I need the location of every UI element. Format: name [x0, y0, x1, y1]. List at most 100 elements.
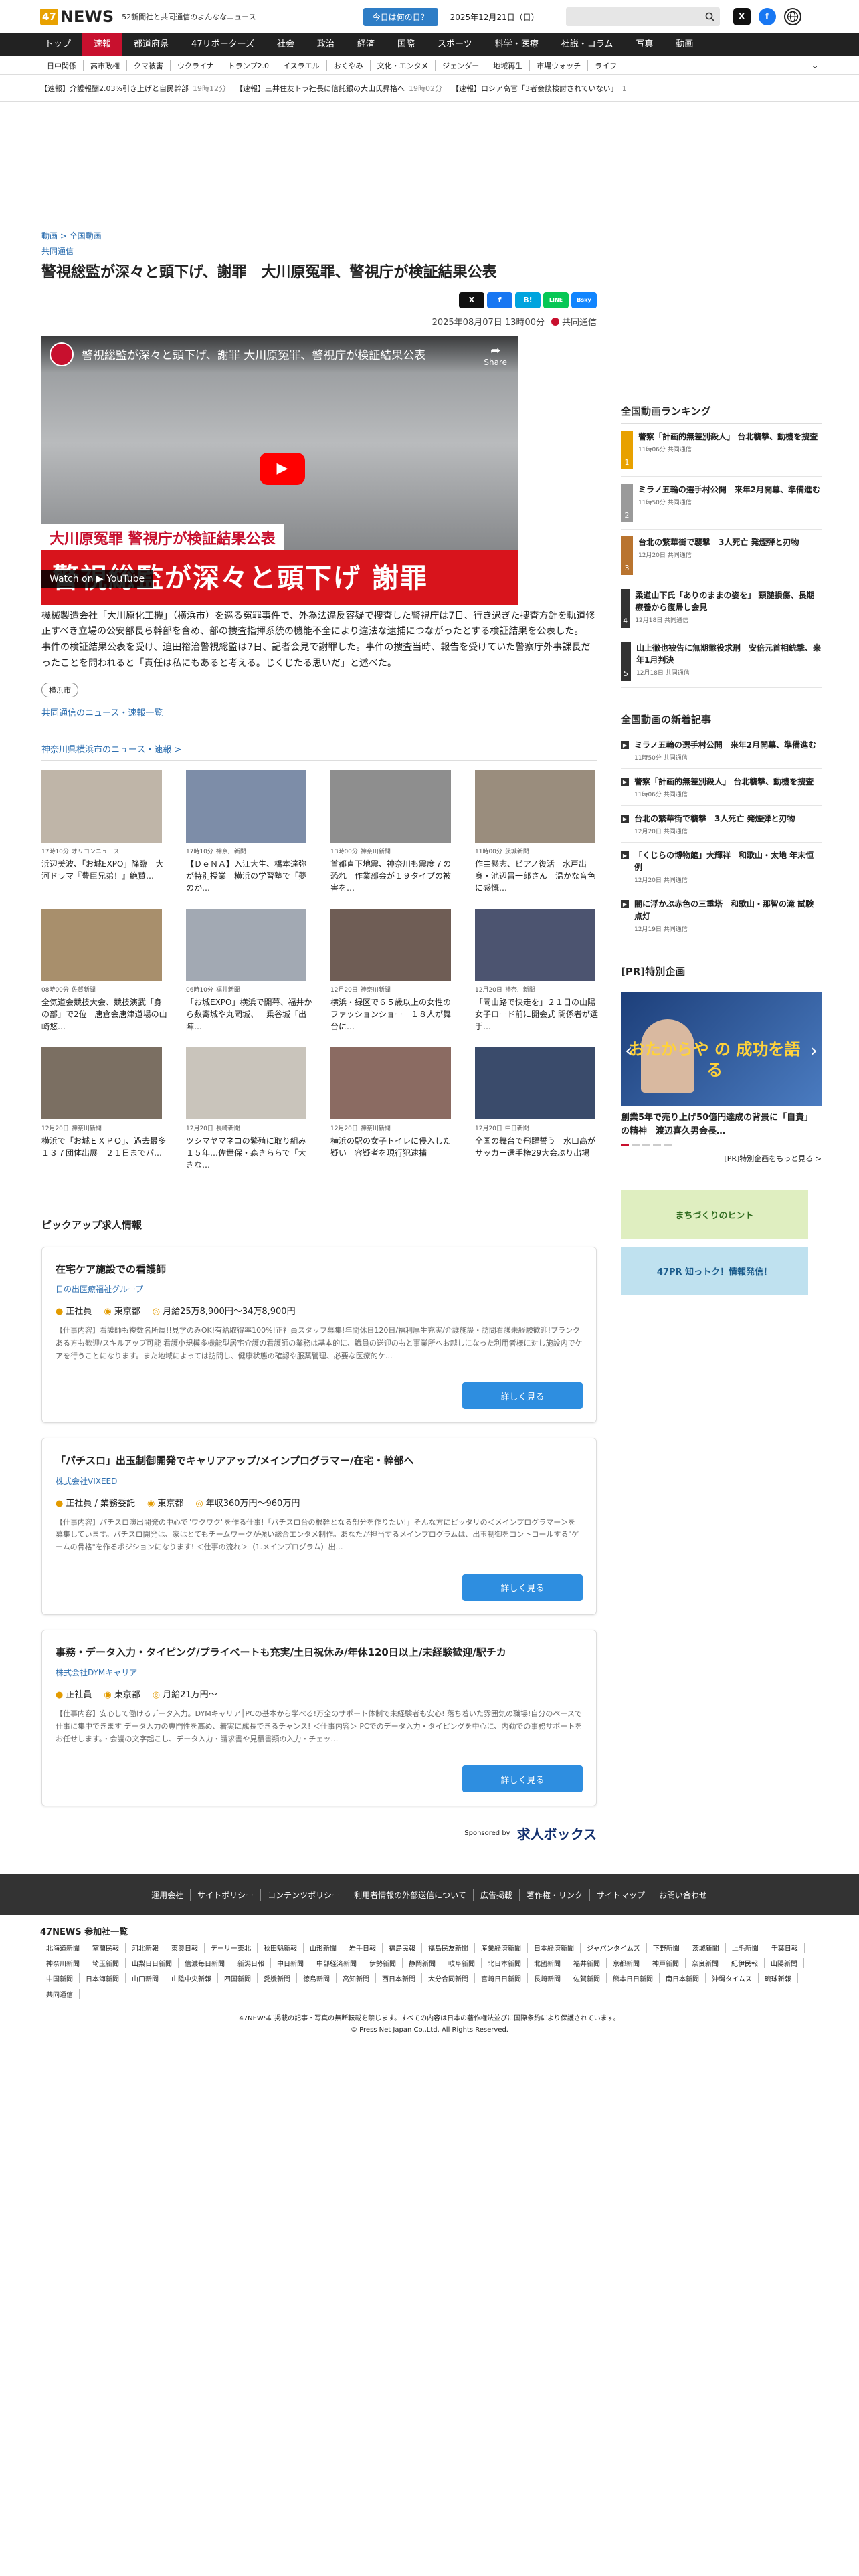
news-card[interactable]: 06時10分 福井新聞 「お城EXPO」横浜で開幕、福井から数寄城や丸岡城、一乗谷城…	[186, 908, 313, 1033]
news-thumbnail[interactable]	[475, 1047, 595, 1119]
search-icon[interactable]	[705, 12, 714, 21]
nav-item[interactable]: 写真	[624, 33, 664, 56]
member-link[interactable]: 大分合同新聞	[422, 1973, 475, 1984]
pr-more-link[interactable]: [PR]特別企画をもっと見る >	[621, 1153, 822, 1164]
carousel-dot[interactable]	[653, 1144, 661, 1146]
footer-link[interactable]: 著作権・リンク	[520, 1889, 590, 1901]
rank-title[interactable]: ミラノ五輪の選手村公開 来年2月開幕、準備進む	[638, 484, 820, 496]
member-link[interactable]: 愛媛新聞	[258, 1973, 297, 1984]
local-news-heading[interactable]: 神奈川県横浜市のニュース・速報 >	[41, 742, 597, 761]
nav-item[interactable]: 社説・コラム	[550, 33, 625, 56]
nav-item[interactable]: 47リポーターズ	[180, 33, 266, 56]
channel-avatar[interactable]	[50, 342, 74, 366]
news-thumbnail[interactable]	[475, 908, 595, 981]
news-card[interactable]: 12月20日 長崎新聞 ツシマヤマネコの繁殖に取り組み１５年…佐世保・森きららで「大…	[186, 1047, 313, 1171]
news-thumbnail[interactable]	[330, 908, 451, 981]
nav-item[interactable]: トップ	[33, 33, 82, 56]
member-link[interactable]: 奈良新聞	[686, 1958, 725, 1969]
footer-link[interactable]: 運用会社	[145, 1889, 191, 1901]
member-link[interactable]: 山陽新聞	[765, 1958, 804, 1969]
ranking-item[interactable]: 4 柔道山下氏「ありのままの姿を」 頸髄損傷、長期療養から復帰し会見 12月18日 …	[621, 582, 822, 635]
member-link[interactable]: 高知新聞	[337, 1973, 376, 1984]
member-link[interactable]: 熊本日日新聞	[607, 1973, 660, 1984]
video-share-button[interactable]: ➦ Share	[484, 344, 507, 367]
nav-item[interactable]: 政治	[306, 33, 346, 56]
member-link[interactable]: 新潟日報	[231, 1958, 271, 1969]
sub-nav-item[interactable]: 高市政権	[84, 60, 127, 71]
ticker-item[interactable]: 【速報】三井住友トラ社長に信託銀の大山氏昇格へ 19時02分	[235, 83, 442, 94]
news-thumbnail[interactable]	[186, 1047, 306, 1119]
footer-link[interactable]: 広告掲載	[474, 1889, 520, 1901]
news-title[interactable]: 「岡山路で快走を」２１日の山陽女子ロード前に開会式 関係者が選手…	[475, 996, 602, 1033]
member-link[interactable]: 北國新聞	[528, 1958, 567, 1969]
footer-link[interactable]: サイトマップ	[590, 1889, 652, 1901]
nav-item[interactable]: 都道府県	[122, 33, 180, 56]
member-link[interactable]: 岩手日報	[343, 1943, 383, 1953]
new-video-item[interactable]: ▶ ミラノ五輪の選手村公開 来年2月開幕、準備進む 11時50分 共同通信	[621, 732, 822, 769]
sub-nav-item[interactable]: ウクライナ	[171, 60, 221, 71]
nav-item[interactable]: 国際	[386, 33, 426, 56]
nav-item[interactable]: スポーツ	[426, 33, 484, 56]
footer-link[interactable]: お問い合わせ	[652, 1889, 714, 1901]
member-link[interactable]: 北海道新聞	[40, 1943, 86, 1953]
news-title[interactable]: 首都直下地震、神奈川も震度７の恐れ 作業部会が１９タイプの被害を…	[330, 858, 458, 894]
member-link[interactable]: 岐阜新聞	[442, 1958, 482, 1969]
news-card[interactable]: 17時10分 オリコンニュース 浜辺美波、「お城EXPO」降臨 大河ドラマ『豊臣兄弟…	[41, 770, 169, 894]
footer-link[interactable]: コンテンツポリシー	[261, 1889, 348, 1901]
x-icon[interactable]: X	[733, 8, 751, 25]
member-link[interactable]: 中日新聞	[271, 1958, 310, 1969]
news-title[interactable]: 横浜で「お城ＥＸＰＯ」、過去最多１３７団体出展 ２１日までパ…	[41, 1135, 169, 1171]
job-detail-button[interactable]: 詳しく見る	[462, 1574, 583, 1601]
footer-link[interactable]: サイトポリシー	[191, 1889, 262, 1901]
news-title[interactable]: ツシマヤマネコの繁殖に取り組み１５年…佐世保・森きららで「大きな…	[186, 1135, 313, 1171]
member-link[interactable]: 神戸新聞	[646, 1958, 686, 1969]
news-title[interactable]: 作曲懸志、ピアノ復活 水戸出身・池辺晋一郎さん 温かな音色に感慨…	[475, 858, 602, 894]
member-link[interactable]: 信濃毎日新聞	[179, 1958, 231, 1969]
news-thumbnail[interactable]	[41, 770, 162, 843]
pr-carousel-image[interactable]: おたからや の 成功を語る ‹ ›	[621, 992, 822, 1106]
nav-item[interactable]: 速報	[82, 33, 123, 56]
carousel-dot[interactable]	[642, 1144, 650, 1146]
search-input[interactable]	[565, 7, 720, 26]
nav-item[interactable]: 科学・医療	[484, 33, 550, 56]
member-link[interactable]: 北日本新聞	[482, 1958, 528, 1969]
job-title[interactable]: 事務・データ入力・タイピング/プライベートも充実/土日祝休み/年休120日以上/…	[56, 1645, 583, 1660]
member-link[interactable]: 宮崎日日新聞	[475, 1973, 528, 1984]
new-video-title[interactable]: 警察「計画的無差別殺人」 台北襲撃、動機を捜査	[634, 776, 814, 788]
new-video-title[interactable]: 闇に浮かぶ赤色の三重塔 和歌山・那智の滝 試験点灯	[634, 898, 822, 922]
member-link[interactable]: 中部経済新聞	[310, 1958, 363, 1969]
job-detail-button[interactable]: 詳しく見る	[462, 1382, 583, 1410]
news-card[interactable]: 11時00分 茨城新聞 作曲懸志、ピアノ復活 水戸出身・池辺晋一郎さん 温かな音色に…	[475, 770, 602, 894]
share-line-button[interactable]: LINE	[543, 292, 569, 308]
share-x-button[interactable]: X	[459, 292, 484, 308]
member-link[interactable]: 徳島新聞	[297, 1973, 337, 1984]
member-link[interactable]: 山口新聞	[126, 1973, 165, 1984]
job-title[interactable]: 在宅ケア施設での看護師	[56, 1262, 583, 1277]
new-video-item[interactable]: ▶ 警察「計画的無差別殺人」 台北襲撃、動機を捜査 11時06分 共同通信	[621, 769, 822, 806]
member-link[interactable]: 琉球新報	[759, 1973, 798, 1984]
nav-item[interactable]: 動画	[664, 33, 704, 56]
carousel-next-icon[interactable]: ›	[810, 1039, 818, 1061]
member-link[interactable]: 沖縄タイムス	[706, 1973, 759, 1984]
sub-nav-item[interactable]: イスラエル	[276, 60, 327, 71]
today-button[interactable]: 今日は何の日？	[363, 7, 438, 26]
member-link[interactable]: ジャパンタイムズ	[581, 1943, 647, 1953]
news-title[interactable]: 【ＤｅＮＡ】入江大生、橋本達弥が特別授業 横浜の学習塾で「夢のか…	[186, 858, 313, 894]
member-link[interactable]: 静岡新聞	[403, 1958, 442, 1969]
more-news-link[interactable]: 共同通信のニュース・速報一覧	[41, 706, 597, 718]
ranking-item[interactable]: 3 台北の繁華街で襲撃 3人死亡 発煙弾と刃物 12月20日 共同通信	[621, 530, 822, 582]
machizukuri-banner[interactable]: まちづくりのヒント	[621, 1190, 808, 1239]
member-link[interactable]: 上毛新聞	[726, 1943, 765, 1953]
news-title[interactable]: 浜辺美波、「お城EXPO」降臨 大河ドラマ『豊臣兄弟！』絶賛…	[41, 858, 169, 894]
sub-nav-item[interactable]: おくやみ	[327, 60, 371, 71]
member-link[interactable]: 山陰中央新報	[165, 1973, 218, 1984]
rank-title[interactable]: 台北の繁華街で襲撃 3人死亡 発煙弾と刃物	[638, 536, 799, 548]
watch-on-youtube-button[interactable]: Watch on ▶ YouTube	[41, 569, 153, 588]
job-company[interactable]: 株式会社VIXEED	[56, 1475, 583, 1487]
member-link[interactable]: 下野新聞	[647, 1943, 686, 1953]
member-link[interactable]: 中国新聞	[40, 1973, 80, 1984]
share-bluesky-button[interactable]: Bsky	[571, 292, 597, 308]
news-title[interactable]: 全気道会競技大会、競技演武「身の部」で2位 唐倉会唐津道場の山崎悠…	[41, 996, 169, 1033]
member-link[interactable]: 山形新聞	[304, 1943, 343, 1953]
sub-nav-item[interactable]: トランプ2.0	[221, 60, 276, 71]
